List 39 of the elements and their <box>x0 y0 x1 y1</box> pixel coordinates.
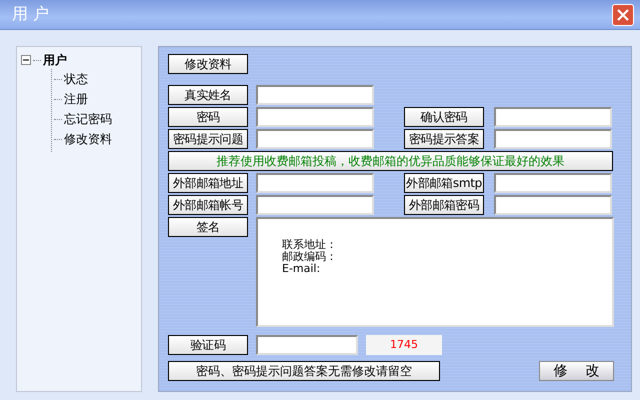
signature-line: 联系地址： <box>282 239 337 251</box>
edit-profile-button[interactable]: 修改资料 <box>168 54 248 74</box>
close-button[interactable] <box>612 4 634 26</box>
submit-button[interactable]: 修 改 <box>539 361 614 381</box>
input-field[interactable] <box>494 129 612 149</box>
field-label: 签名 <box>168 217 248 237</box>
tree-item[interactable]: 修改资料 <box>64 130 112 148</box>
tree-item[interactable]: 用户 <box>43 52 67 68</box>
field-label: 真实姓名 <box>168 85 248 105</box>
signature-line: 邮政编码： <box>282 251 337 263</box>
input-field[interactable] <box>494 173 612 193</box>
input-field[interactable] <box>256 195 374 215</box>
signature-line: E-mail: <box>282 263 320 275</box>
input-field[interactable] <box>256 85 374 105</box>
input-field[interactable] <box>256 107 374 127</box>
field-label: 验证码 <box>168 335 248 355</box>
field-label: 外部邮箱密码 <box>404 195 484 215</box>
signature-field[interactable]: 联系地址： 邮政编码： E-mail: <box>256 217 614 327</box>
input-field[interactable] <box>494 107 612 127</box>
close-icon <box>616 8 630 22</box>
notice-label: 密码、密码提示问题答案无需修改请留空 <box>168 361 440 381</box>
input-field[interactable] <box>494 195 612 215</box>
window-title: 用 户 <box>12 4 50 25</box>
field-label: 外部邮箱smtp <box>404 173 484 193</box>
input-field[interactable] <box>256 335 358 355</box>
tree-item[interactable]: 忘记密码 <box>64 110 112 128</box>
collapse-icon[interactable] <box>21 55 31 65</box>
tree-item[interactable]: 注册 <box>64 90 88 108</box>
input-field[interactable] <box>256 173 374 193</box>
field-label: 外部邮箱地址 <box>168 173 248 193</box>
tree-item[interactable]: 状态 <box>64 70 88 88</box>
input-field[interactable] <box>256 129 374 149</box>
captcha-code: 1745 <box>366 335 442 355</box>
notice-banner: 推荐使用收费邮箱投稿，收费邮箱的优异品质能够保证最好的效果 <box>168 151 613 171</box>
field-label: 密码提示答案 <box>404 129 484 149</box>
field-label: 外部邮箱帐号 <box>168 195 248 215</box>
field-label: 密码 <box>168 107 248 127</box>
field-label: 确认密码 <box>404 107 484 127</box>
field-label: 密码提示问题 <box>168 129 248 149</box>
